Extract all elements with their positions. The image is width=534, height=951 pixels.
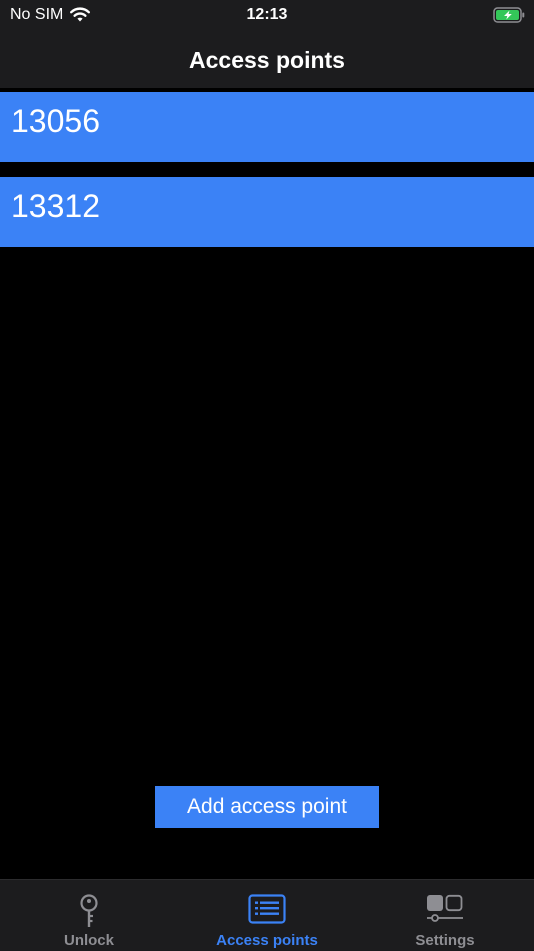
page-title: Access points	[189, 47, 345, 73]
tab-access-points-label: Access points	[216, 932, 318, 949]
key-icon	[0, 894, 178, 930]
tab-access-points[interactable]: Access points	[178, 880, 356, 951]
add-access-point-button[interactable]: Add access point	[155, 786, 379, 828]
settings-icon	[356, 894, 534, 926]
tab-unlock[interactable]: Unlock	[0, 880, 178, 951]
status-bar: No SIM 12:13	[0, 0, 534, 32]
tab-settings[interactable]: Settings	[356, 880, 534, 951]
status-time: 12:13	[246, 6, 288, 23]
list-icon	[178, 894, 356, 924]
access-point-label: 13056	[11, 102, 100, 139]
tab-settings-label: Settings	[415, 932, 475, 949]
access-point-row[interactable]: 13056	[0, 92, 534, 162]
navigation-bar: Access points	[0, 32, 534, 88]
access-point-label: 13312	[11, 187, 100, 224]
battery-icon	[493, 7, 525, 28]
access-point-list: 13056 13312	[0, 92, 534, 262]
tab-bar: Unlock Access points Settings	[0, 879, 534, 951]
access-point-row[interactable]: 13312	[0, 177, 534, 247]
tab-unlock-label: Unlock	[63, 932, 114, 949]
